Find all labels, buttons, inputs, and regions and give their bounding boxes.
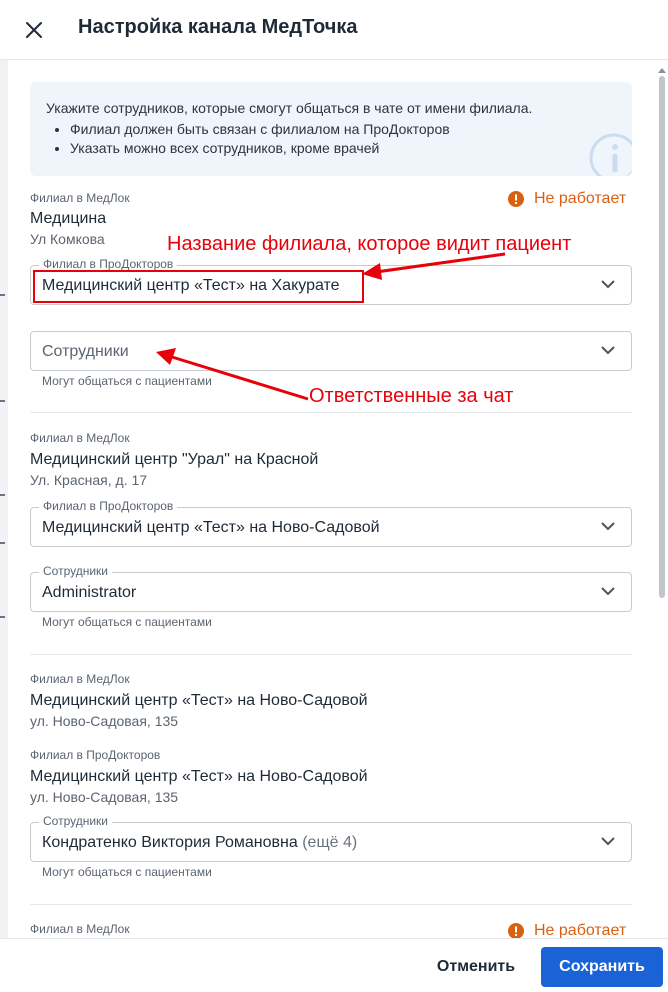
save-button[interactable]: Сохранить (541, 947, 663, 987)
channel-settings-dialog: Настройка канала МедТочка Укажите сотруд… (0, 0, 668, 992)
annotation-arrows (156, 252, 506, 401)
cancel-button[interactable]: Отменить (418, 947, 534, 987)
dialog-footer: Отменить Сохранить (0, 938, 668, 992)
